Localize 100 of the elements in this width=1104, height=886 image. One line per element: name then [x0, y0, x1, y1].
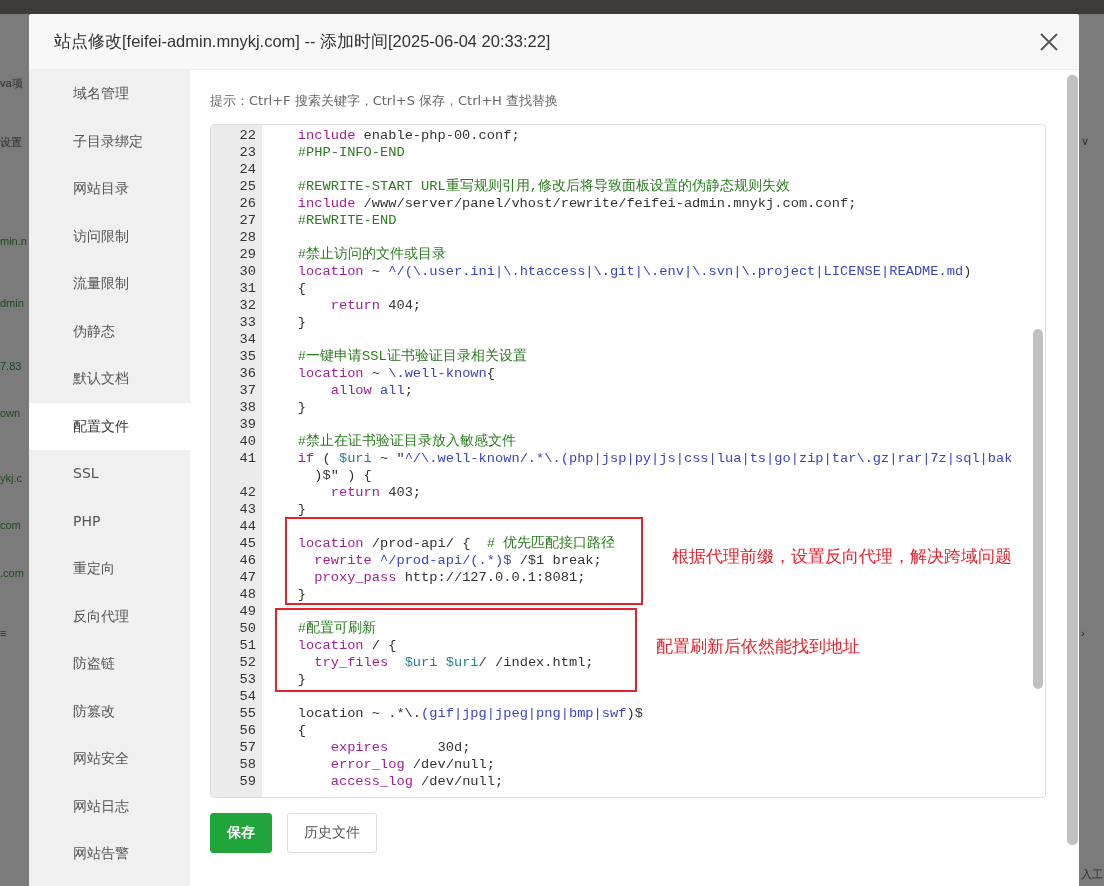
line-number: 48 — [238, 586, 256, 603]
sidebar-item[interactable]: 域名管理 — [29, 70, 190, 118]
line-number: 31 — [238, 280, 256, 297]
background-text: .com — [0, 567, 24, 579]
line-number: 41 — [238, 450, 256, 467]
sidebar-item[interactable]: 子目录绑定 — [29, 117, 190, 165]
sidebar-item[interactable]: PHP — [29, 497, 190, 545]
dialog-title: 站点修改[feifei-admin.mnykj.com] -- 添加时间[2025-06-04 20:33:22] — [54, 30, 551, 52]
line-number: 42 — [238, 484, 256, 501]
line-number: 47 — [238, 569, 256, 586]
line-number: 52 — [238, 654, 256, 671]
code-line: access_log /dev/null; — [330, 773, 504, 790]
code-line: return 403; — [330, 484, 422, 501]
scrollbar-thumb[interactable] — [1067, 75, 1078, 845]
code-line: return 404; — [330, 297, 422, 314]
background-text: ∨ — [1081, 135, 1089, 148]
code-line: } — [297, 586, 307, 603]
line-number: 53 — [238, 671, 256, 688]
sidebar-item[interactable]: 配置文件 — [29, 402, 190, 450]
line-number: 24 — [238, 161, 256, 178]
code-line: expires 30d; — [330, 739, 471, 756]
code-line: location ~ \.well-known{ — [297, 365, 495, 382]
line-number: 37 — [238, 382, 256, 399]
line-number: 59 — [238, 773, 256, 790]
line-number: 56 — [238, 722, 256, 739]
code-line: include /www/server/panel/vhost/rewrite/feifei-admin.mnykj.com.conf; — [297, 195, 857, 212]
code-line: try_files $uri $uri/ /index.html; — [314, 654, 594, 671]
sidebar-item[interactable]: 反向代理 — [29, 592, 190, 640]
code-line: error_log /dev/null; — [330, 756, 495, 773]
line-number: 51 — [238, 637, 256, 654]
line-number: 58 — [238, 756, 256, 773]
sidebar-item[interactable]: 防盗链 — [29, 640, 190, 688]
hint-text: 提示：Ctrl+F 搜索关键字，Ctrl+S 保存，Ctrl+H 查找替换 — [210, 92, 559, 110]
code-line: #配置可刷新 — [297, 620, 377, 637]
sidebar-item[interactable]: SSL — [29, 450, 190, 498]
code-line: if ( $uri ~ "^/\.well-known/.*\.(php|jsp|py|js|css|lua|ts|go|zip|tar\.gz|rar|7z|sql|bak — [297, 450, 1013, 467]
line-number: 26 — [238, 195, 256, 212]
line-number: 55 — [238, 705, 256, 722]
background-text: com — [0, 519, 21, 531]
sidebar-item[interactable]: 网站日志 — [29, 782, 190, 830]
background-text: ≡ — [0, 627, 7, 639]
code-line: #REWRITE-END — [297, 212, 397, 229]
line-number: 50 — [238, 620, 256, 637]
sidebar-item[interactable]: 防篡改 — [29, 687, 190, 735]
code-line: proxy_pass http://127.0.0.1:8081; — [314, 569, 586, 586]
close-icon[interactable] — [1039, 31, 1059, 52]
line-number: 28 — [238, 229, 256, 246]
sidebar-item[interactable]: 流量限制 — [29, 260, 190, 308]
sidebar-item[interactable]: 网站告警 — [29, 830, 190, 878]
code-line: allow all; — [330, 382, 413, 399]
background-text: dmin — [0, 297, 24, 309]
code-line: } — [297, 671, 307, 688]
line-number: 39 — [238, 416, 256, 433]
sidebar-item[interactable]: 默认文档 — [29, 355, 190, 403]
code-line: #PHP-INFO-END — [297, 144, 405, 161]
code-line: include enable-php-00.conf; — [297, 127, 520, 144]
annotation-text: 配置刷新后依然能找到地址 — [656, 635, 860, 658]
line-number: 34 — [238, 331, 256, 348]
sidebar-item[interactable]: 网站安全 — [29, 735, 190, 783]
line-number: 43 — [238, 501, 256, 518]
background-text: › — [1081, 627, 1085, 639]
code-line: #REWRITE-START URL重写规则引用,修改后将导致面板设置的伪静态规则失效 — [297, 178, 790, 195]
code-line: } — [297, 501, 307, 518]
history-button[interactable]: 历史文件 — [287, 813, 377, 853]
sidebar-item[interactable]: 访问限制 — [29, 212, 190, 260]
line-number: 49 — [238, 603, 256, 620]
sidebar-item[interactable]: 重定向 — [29, 545, 190, 593]
annotation-text: 根据代理前缀，设置反向代理，解决跨域问题 — [672, 545, 1013, 568]
sidebar-item[interactable]: 网站目录 — [29, 165, 190, 213]
code-editor[interactable] — [210, 124, 1046, 798]
code-line: location ~ .*\.(gif|jpg|jpeg|png|bmp|swf)$ — [297, 705, 643, 722]
line-number: 32 — [238, 297, 256, 314]
line-number: 25 — [238, 178, 256, 195]
line-number: 23 — [238, 144, 256, 161]
background-text: 入工 — [1081, 867, 1103, 882]
line-number: 29 — [238, 246, 256, 263]
line-number: 57 — [238, 739, 256, 756]
background-text: min.n — [0, 235, 27, 247]
code-line: } — [297, 314, 307, 331]
code-line: rewrite ^/prod-api/(.*)$ /$1 break; — [314, 552, 602, 569]
line-number: 46 — [238, 552, 256, 569]
background-text: ykj.c — [0, 472, 22, 484]
line-number: 45 — [238, 535, 256, 552]
line-number: 40 — [238, 433, 256, 450]
line-number: 54 — [238, 688, 256, 705]
line-number: 22 — [238, 127, 256, 144]
line-number: 33 — [238, 314, 256, 331]
line-number: 35 — [238, 348, 256, 365]
line-number: 44 — [238, 518, 256, 535]
code-line: #一键申请SSL证书验证目录相关设置 — [297, 348, 527, 365]
sidebar-item[interactable]: 伪静态 — [29, 307, 190, 355]
code-line: location /prod-api/ { # 优先匹配接口路径 — [297, 535, 616, 552]
line-number: 36 — [238, 365, 256, 382]
code-line: location / { — [297, 637, 397, 654]
editor-scrollbar-thumb[interactable] — [1033, 329, 1043, 689]
line-number: 30 — [238, 263, 256, 280]
line-number: 27 — [238, 212, 256, 229]
background-text: own — [0, 407, 21, 419]
code-line: } — [297, 399, 307, 416]
background-text: 7.83 — [0, 360, 22, 372]
